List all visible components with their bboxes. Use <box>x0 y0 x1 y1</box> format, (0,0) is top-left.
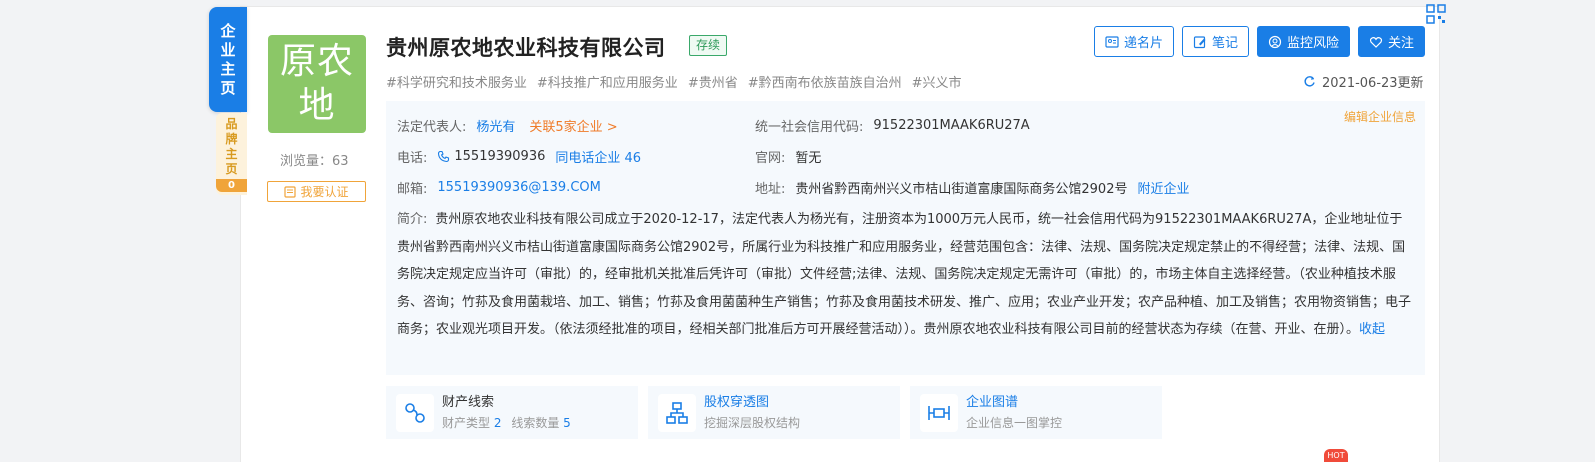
phone-value: 15519390936 <box>454 149 546 164</box>
monitor-icon <box>1268 35 1282 48</box>
page-background <box>0 0 222 462</box>
phone-row: 电话: 15519390936 同电话企业 46 <box>397 147 641 166</box>
business-card-label: 递名片 <box>1123 36 1163 51</box>
status-badge: 存续 <box>689 35 728 56</box>
tag-item[interactable]: #科技推广和应用服务业 <box>537 72 678 91</box>
note-label: 笔记 <box>1211 36 1238 51</box>
logo-text-line1: 原农 <box>279 41 354 82</box>
tab-char: 页 <box>220 78 236 97</box>
email-label: 邮箱: <box>397 182 428 197</box>
clue-count-label: 线索数量 <box>511 415 560 430</box>
website-row: 官网: 暂无 <box>755 147 821 166</box>
view-count: 浏览量：63 <box>280 154 349 169</box>
clue-count: 5 <box>563 415 571 430</box>
feature-title: 财产线索 <box>442 394 495 410</box>
company-graph-icon <box>920 393 958 432</box>
legal-rep-label: 法定代表人: <box>397 120 467 135</box>
website-value: 暂无 <box>795 151 822 166</box>
claim-certify-button[interactable]: 我要认证 <box>267 181 366 202</box>
tag-item[interactable]: #贵州省 <box>688 72 738 91</box>
email-row: 邮箱: 15519390936@139.COM <box>397 178 601 197</box>
feature-subtitle: 财产类型 2 线索数量 5 <box>442 414 571 432</box>
tab-char: 业 <box>220 40 236 59</box>
action-buttons: 递名片 笔记 监控风险 关注 <box>1093 26 1425 57</box>
phone-label: 电话: <box>397 151 428 166</box>
feature-title: 企业图谱 <box>966 394 1019 410</box>
tab-char: 主 <box>225 146 238 161</box>
certificate-icon <box>284 185 297 198</box>
edit-company-info-link[interactable]: 编辑企业信息 <box>1344 108 1416 125</box>
tab-char: 企 <box>220 21 236 40</box>
business-card-button[interactable]: 递名片 <box>1093 26 1174 57</box>
asset-clue-icon <box>396 393 434 432</box>
feature-company-graph[interactable]: 企业图谱 企业信息一图掌控 <box>910 386 1162 439</box>
company-logo: 原农 地 <box>268 35 366 133</box>
intro-text: 贵州原农地农业科技有限公司成立于2020-12-17，法定代表人为杨光有，注册资… <box>397 212 1412 337</box>
follow-button[interactable]: 关注 <box>1357 26 1425 57</box>
related-companies-link[interactable]: 关联5家企业 > <box>529 116 617 135</box>
legal-rep-link[interactable]: 杨光有 <box>476 116 515 135</box>
id-card-icon <box>1105 35 1119 48</box>
legal-rep-row: 法定代表人: 杨光有 关联5家企业 > <box>397 116 618 135</box>
hot-badge: HOT <box>1324 449 1348 462</box>
feature-title: 股权穿透图 <box>704 394 770 410</box>
tab-company-home[interactable]: 企 业 主 页 <box>209 7 247 112</box>
intro-label: 简介: <box>397 212 428 227</box>
feature-subtitle: 企业信息一图掌控 <box>966 415 1063 430</box>
collapse-link[interactable]: 收起 <box>1359 322 1385 337</box>
address-value: 贵州省黔西南州兴义市桔山街道富康国际商务公馆2902号 <box>795 182 1128 197</box>
tab-brand-home[interactable]: 品 牌 主 页 0 <box>216 113 247 195</box>
refresh-icon[interactable] <box>1303 75 1316 88</box>
company-name: 贵州原农地农业科技有限公司 <box>386 36 666 60</box>
monitor-risk-button[interactable]: 监控风险 <box>1256 26 1350 57</box>
tab-char: 品 <box>225 116 238 131</box>
follow-label: 关注 <box>1387 36 1414 51</box>
tab-char: 主 <box>220 59 236 78</box>
credit-code-label: 统一社会信用代码: <box>755 120 864 135</box>
company-intro: 简介: 贵州原农地农业科技有限公司成立于2020-12-17，法定代表人为杨光有，… <box>397 206 1413 344</box>
feature-subtitle: 挖掘深层股权结构 <box>704 415 801 430</box>
credit-code-value: 91522301MAAK6RU27A <box>873 118 1030 133</box>
edit-icon <box>1193 35 1206 48</box>
asset-type-label: 财产类型 <box>442 415 491 430</box>
address-label: 地址: <box>755 182 786 197</box>
address-row: 地址: 贵州省黔西南州兴义市桔山街道富康国际商务公馆2902号 附近企业 <box>755 178 1190 197</box>
feature-asset-clues[interactable]: 财产线索 财产类型 2 线索数量 5 <box>386 386 638 439</box>
logo-text-line2: 地 <box>298 85 336 126</box>
tag-item[interactable]: #科学研究和技术服务业 <box>386 72 527 91</box>
equity-structure-icon <box>658 393 696 432</box>
tab-char: 页 <box>225 161 238 176</box>
website-label: 官网: <box>755 151 786 166</box>
phone-icon <box>438 150 450 163</box>
brand-count-badge: 0 <box>216 178 247 192</box>
qr-code-icon[interactable] <box>1426 4 1446 24</box>
update-date: 2021-06-23更新 <box>1322 76 1424 91</box>
tab-char: 牌 <box>225 131 238 146</box>
industry-tags: #科学研究和技术服务业 #科技推广和应用服务业 #贵州省 #黔西南布依族苗族自治… <box>386 72 962 91</box>
same-phone-link[interactable]: 同电话企业 46 <box>555 147 641 166</box>
feature-equity-chart[interactable]: 股权穿透图 挖掘深层股权结构 <box>648 386 900 439</box>
claim-label: 我要认证 <box>300 185 349 199</box>
nearby-companies-link[interactable]: 附近企业 <box>1137 178 1189 197</box>
credit-code-row: 统一社会信用代码: 91522301MAAK6RU27A <box>755 116 1030 135</box>
update-time: 2021-06-23更新 <box>1303 72 1424 91</box>
note-button[interactable]: 笔记 <box>1181 26 1249 57</box>
heart-icon <box>1369 36 1383 48</box>
tag-item[interactable]: #兴义市 <box>912 72 962 91</box>
tag-item[interactable]: #黔西南布依族苗族自治州 <box>748 72 902 91</box>
email-link[interactable]: 15519390936@139.COM <box>437 180 600 195</box>
monitor-label: 监控风险 <box>1286 36 1339 51</box>
asset-type-count: 2 <box>493 415 502 430</box>
